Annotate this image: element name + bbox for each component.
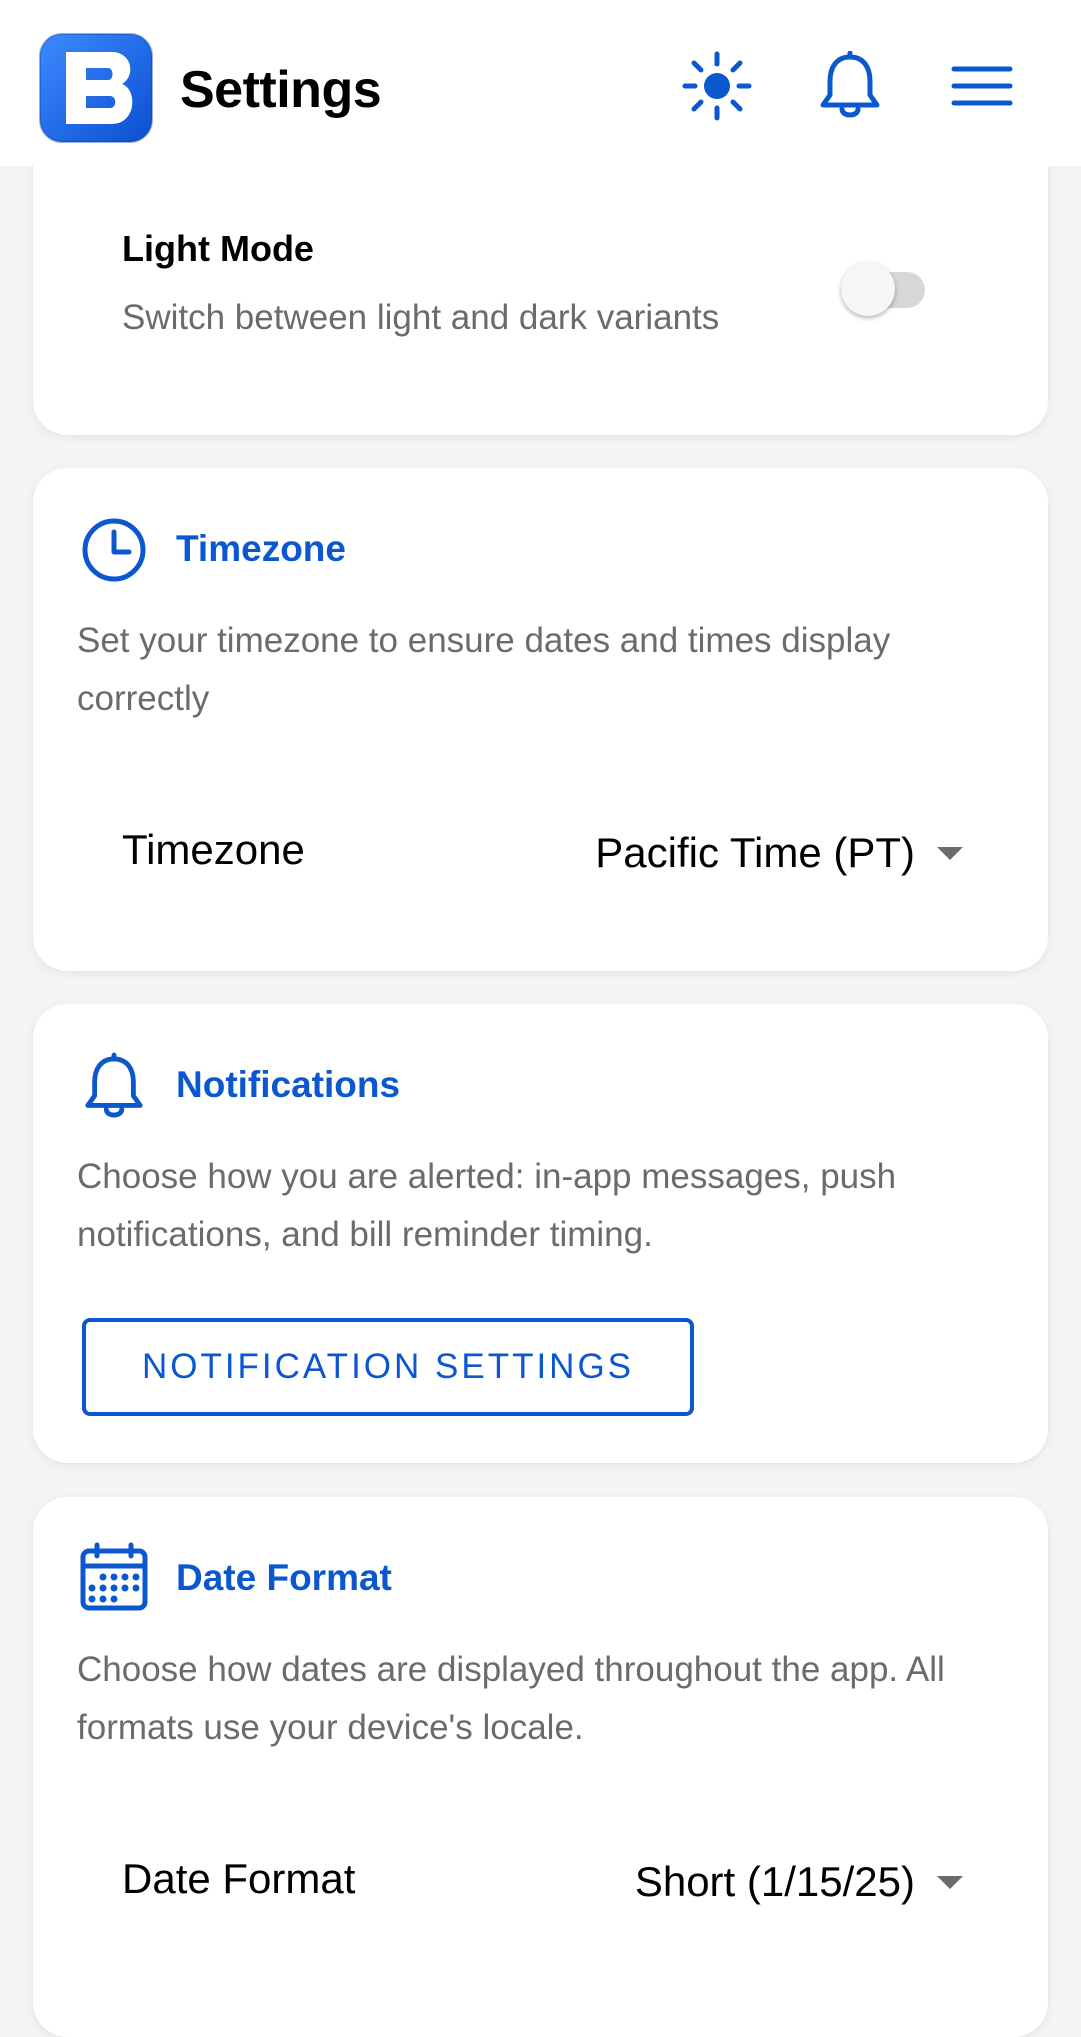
app-logo[interactable] bbox=[38, 32, 154, 144]
bell-icon bbox=[79, 1052, 149, 1122]
light-mode-toggle[interactable] bbox=[839, 260, 939, 320]
notifications-title: Notifications bbox=[176, 1064, 401, 1105]
date-format-title: Date Format bbox=[176, 1557, 392, 1598]
timezone-card: Timezone Set your timezone to ensure dat… bbox=[33, 468, 1048, 971]
clock-icon bbox=[79, 515, 149, 585]
notification-settings-button[interactable]: NOTIFICATION SETTINGS bbox=[82, 1318, 694, 1416]
light-mode-label: Light Mode bbox=[122, 228, 314, 269]
notifications-card: Notifications Choose how you are alerted… bbox=[33, 1004, 1048, 1463]
timezone-selected-value: Pacific Time (PT) bbox=[595, 829, 915, 876]
notifications-button[interactable] bbox=[810, 48, 890, 128]
date-format-description: Choose how dates are displayed throughou… bbox=[77, 1650, 945, 1747]
calendar-icon bbox=[79, 1542, 149, 1612]
hamburger-menu-icon bbox=[951, 64, 1013, 113]
timezone-select[interactable]: Pacific Time (PT) bbox=[595, 818, 963, 888]
notifications-description: Choose how you are alerted: in-app messa… bbox=[77, 1157, 897, 1254]
date-format-selected-value: Short (1/15/25) bbox=[634, 1858, 915, 1905]
app-header: Settings bbox=[0, 0, 1081, 166]
toggle-thumb bbox=[841, 262, 895, 316]
light-mode-description: Switch between light and dark variants bbox=[122, 298, 720, 337]
dropdown-caret-icon bbox=[937, 1875, 963, 1889]
timezone-description: Set your timezone to ensure dates and ti… bbox=[77, 621, 891, 718]
dropdown-caret-icon bbox=[937, 846, 963, 860]
appearance-card: Light Mode Switch between light and dark… bbox=[33, 120, 1048, 435]
date-format-select-label: Date Format bbox=[122, 1855, 356, 1902]
timezone-select-label: Timezone bbox=[122, 826, 305, 873]
bell-icon bbox=[818, 50, 882, 126]
sun-icon bbox=[681, 50, 753, 127]
page-title: Settings bbox=[180, 61, 382, 119]
menu-button[interactable] bbox=[942, 48, 1022, 128]
date-format-card: Date Format Choose how dates are display… bbox=[33, 1497, 1048, 2037]
date-format-select[interactable]: Short (1/15/25) bbox=[635, 1847, 963, 1917]
timezone-title: Timezone bbox=[176, 528, 346, 569]
theme-toggle-button[interactable] bbox=[677, 48, 757, 128]
